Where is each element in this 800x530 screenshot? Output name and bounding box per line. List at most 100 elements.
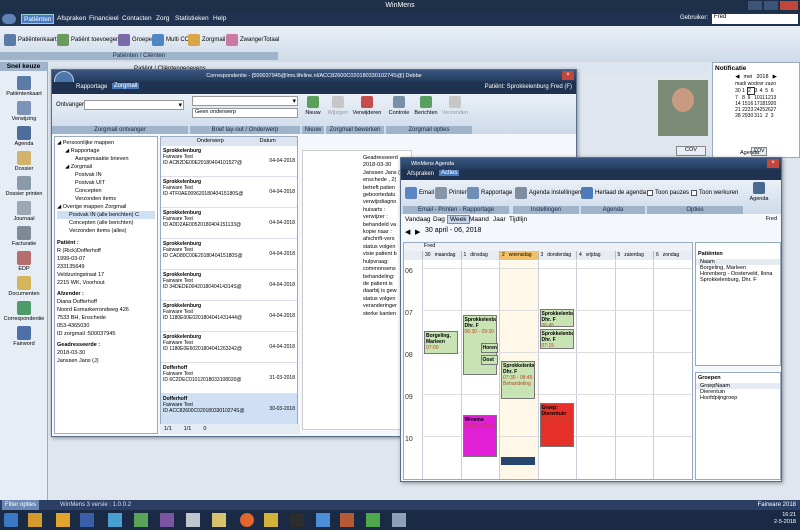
tree-postvak-uit[interactable]: Postvak UIT [57,179,155,187]
tree-overige-mappen[interactable]: ◢ Overige mappen Zorgmail [57,203,155,211]
ontvanger-select[interactable]: ▾ [84,100,184,110]
groepen-button[interactable]: Groepen [118,30,155,50]
day-column[interactable] [653,261,692,479]
tree-postvak-in[interactable]: Postvak IN [57,171,155,179]
app-icon[interactable] [264,513,278,527]
app-icon[interactable] [316,513,330,527]
menu-help[interactable]: Help [211,14,228,24]
col-datum[interactable]: Datum [260,137,297,146]
view-vandaag[interactable]: Vandaag [405,216,431,223]
user-field[interactable]: Fred [712,14,798,24]
col-onderwerp[interactable]: Onderwerp [161,137,260,146]
sidebar-item-correspondentie[interactable]: Correspondentie [0,301,48,322]
message-row[interactable]: Dofferhoff Fairware Test ID ACC82600C02018… [161,394,297,425]
next-month-button[interactable]: ▶ [773,74,777,80]
tree-postvak-in-alle[interactable]: Postvak IN (alle berichten) C [57,211,155,219]
patient-list-item[interactable]: Sprokkelenburg, Dhr. F [696,277,780,283]
explorer-icon[interactable] [56,513,70,527]
appointment[interactable]: Groep: Dierentuin 09:00 - 10:30 [539,403,574,447]
app-orb-icon[interactable] [2,14,16,24]
app-icon[interactable] [392,513,406,527]
sidebar-item-agenda[interactable]: Agenda [0,126,48,147]
appointment[interactable]: Oost [480,355,498,365]
sidebar-item-fairword[interactable]: Fairword [0,326,48,347]
app-icon[interactable] [366,513,380,527]
day-header[interactable]: 5 zaterdag [614,251,654,260]
sidebar-item-verwijzing[interactable]: Verwijzing [0,101,48,122]
email-button[interactable]: Email [405,183,434,203]
view-week[interactable]: Week [447,215,470,224]
day-header[interactable]: 3 donderdag [537,251,577,260]
app-icon[interactable] [134,513,148,527]
view-jaar[interactable]: Jaar [493,216,506,223]
day-header[interactable]: 1 dinsdag [460,251,500,260]
tab-zorgmail[interactable]: Zorgmail [112,83,140,89]
patient-toevoegen-button[interactable]: Patiënt toevoegen [57,30,119,50]
selection-block[interactable] [501,457,535,465]
message-row[interactable]: Sprokkelenburg Fairware Test ID ADD2AE0052… [161,208,297,239]
sidebar-item-patientenkaart[interactable]: Patiëntenkaart [0,76,48,97]
tab-rapportage[interactable]: Rapportage [76,84,107,90]
minimize-button[interactable] [748,1,762,10]
message-row[interactable]: Dofferhoff Fairware Test ID 6C2DEC01012018… [161,363,297,394]
maximize-button[interactable] [764,1,778,10]
zorgmail-button[interactable]: Zorgmail [188,30,225,50]
day-column[interactable] [422,261,461,479]
app-icon[interactable] [160,513,174,527]
tree-verzonden-alle[interactable]: Verzonden items (alles) [57,227,155,235]
app-icon[interactable] [186,513,200,527]
message-row[interactable]: Sprokkelenburg Fairware Test ID CAD80C00E2… [161,239,297,270]
onderwerp-field[interactable]: Geen onderwerp [192,108,298,118]
appointment[interactable]: Horen [480,343,498,353]
day-header[interactable]: 6 zondag [653,251,692,260]
layout-select[interactable]: ▾ [192,96,298,106]
sidebar-item-documenten[interactable]: Documenten [0,276,48,297]
sidebar-item-journaal[interactable]: Journaal [0,201,48,222]
day-header[interactable]: 30 maandag [422,251,461,260]
controle-button[interactable]: Controle [387,96,411,116]
agenda-close-button[interactable]: × [767,159,779,168]
firefox-icon[interactable] [240,513,254,527]
taskbar-app-icon[interactable] [28,513,42,527]
sidebar-item-edp[interactable]: EDP [0,251,48,272]
tree-verzonden-items[interactable]: Verzonden items [57,195,155,203]
tree-concepten[interactable]: Concepten [57,187,155,195]
app-icon[interactable] [212,513,226,527]
agenda-instellingen-button[interactable]: Agenda instellingen [515,183,581,203]
word-icon[interactable] [80,513,94,527]
prev-week-button[interactable]: ◀ [405,228,410,236]
menu-zorg[interactable]: Zorg [154,14,171,24]
app-icon[interactable] [340,513,354,527]
tree-rapportage[interactable]: ◢ Rapportage [57,147,155,155]
day-header[interactable]: 4 vrijdag [576,251,615,260]
message-row[interactable]: Sprokkelenburg Fairware Test ID 1180E00E02… [161,301,297,332]
appointment[interactable]: Sprokkelenburg, Dhr. F07:30 - 08:45 Beha… [501,361,535,399]
patientenkaart-button[interactable]: Patiëntenkaart [4,30,57,50]
printen-button[interactable]: Printen [435,183,468,203]
appointment[interactable]: Winsma 09:30 - 10:30 [462,415,497,457]
toon-werkuren-checkbox[interactable]: Toon werkuren [691,183,738,203]
view-tijdlijn[interactable]: Tijdlijn [509,216,527,223]
app-icon[interactable] [108,513,122,527]
sidebar-item-dossier[interactable]: Dossier [0,151,48,172]
filter-opties-button[interactable]: Filter opties [2,500,40,510]
day-column[interactable] [576,261,615,479]
menu-statistieken[interactable]: Statistieken [173,14,211,24]
corr-close-button[interactable]: × [562,71,574,80]
group-list-item[interactable]: Hoofdpijngroep [696,395,780,401]
appointment[interactable]: Sprokkelenburg, Dhr. F07:15 [539,329,574,349]
menu-contacten[interactable]: Contacten [120,14,154,24]
view-dag[interactable]: Dag [433,216,445,223]
verwijderen-button[interactable]: Verwijderen [351,96,383,116]
next-week-button[interactable]: ▶ [415,228,420,236]
herlaad-agenda-button[interactable]: Herlaad de agenda [581,183,646,203]
start-icon[interactable] [4,513,18,527]
view-maand[interactable]: Maand [469,216,489,223]
wijzigen-button[interactable]: Wijzigen [325,96,351,116]
verzenden-button[interactable]: Verzenden [441,96,469,116]
day-column[interactable] [614,261,653,479]
message-row[interactable]: Sprokkelenburg Fairware Test ID 34DEDE0042… [161,270,297,301]
berichten-button[interactable]: Berichten [412,96,440,116]
day-header[interactable]: 2 woensdag [499,251,538,260]
tree-persoonlijke-mappen[interactable]: ◢ Persoonlijke mappen [57,139,155,147]
